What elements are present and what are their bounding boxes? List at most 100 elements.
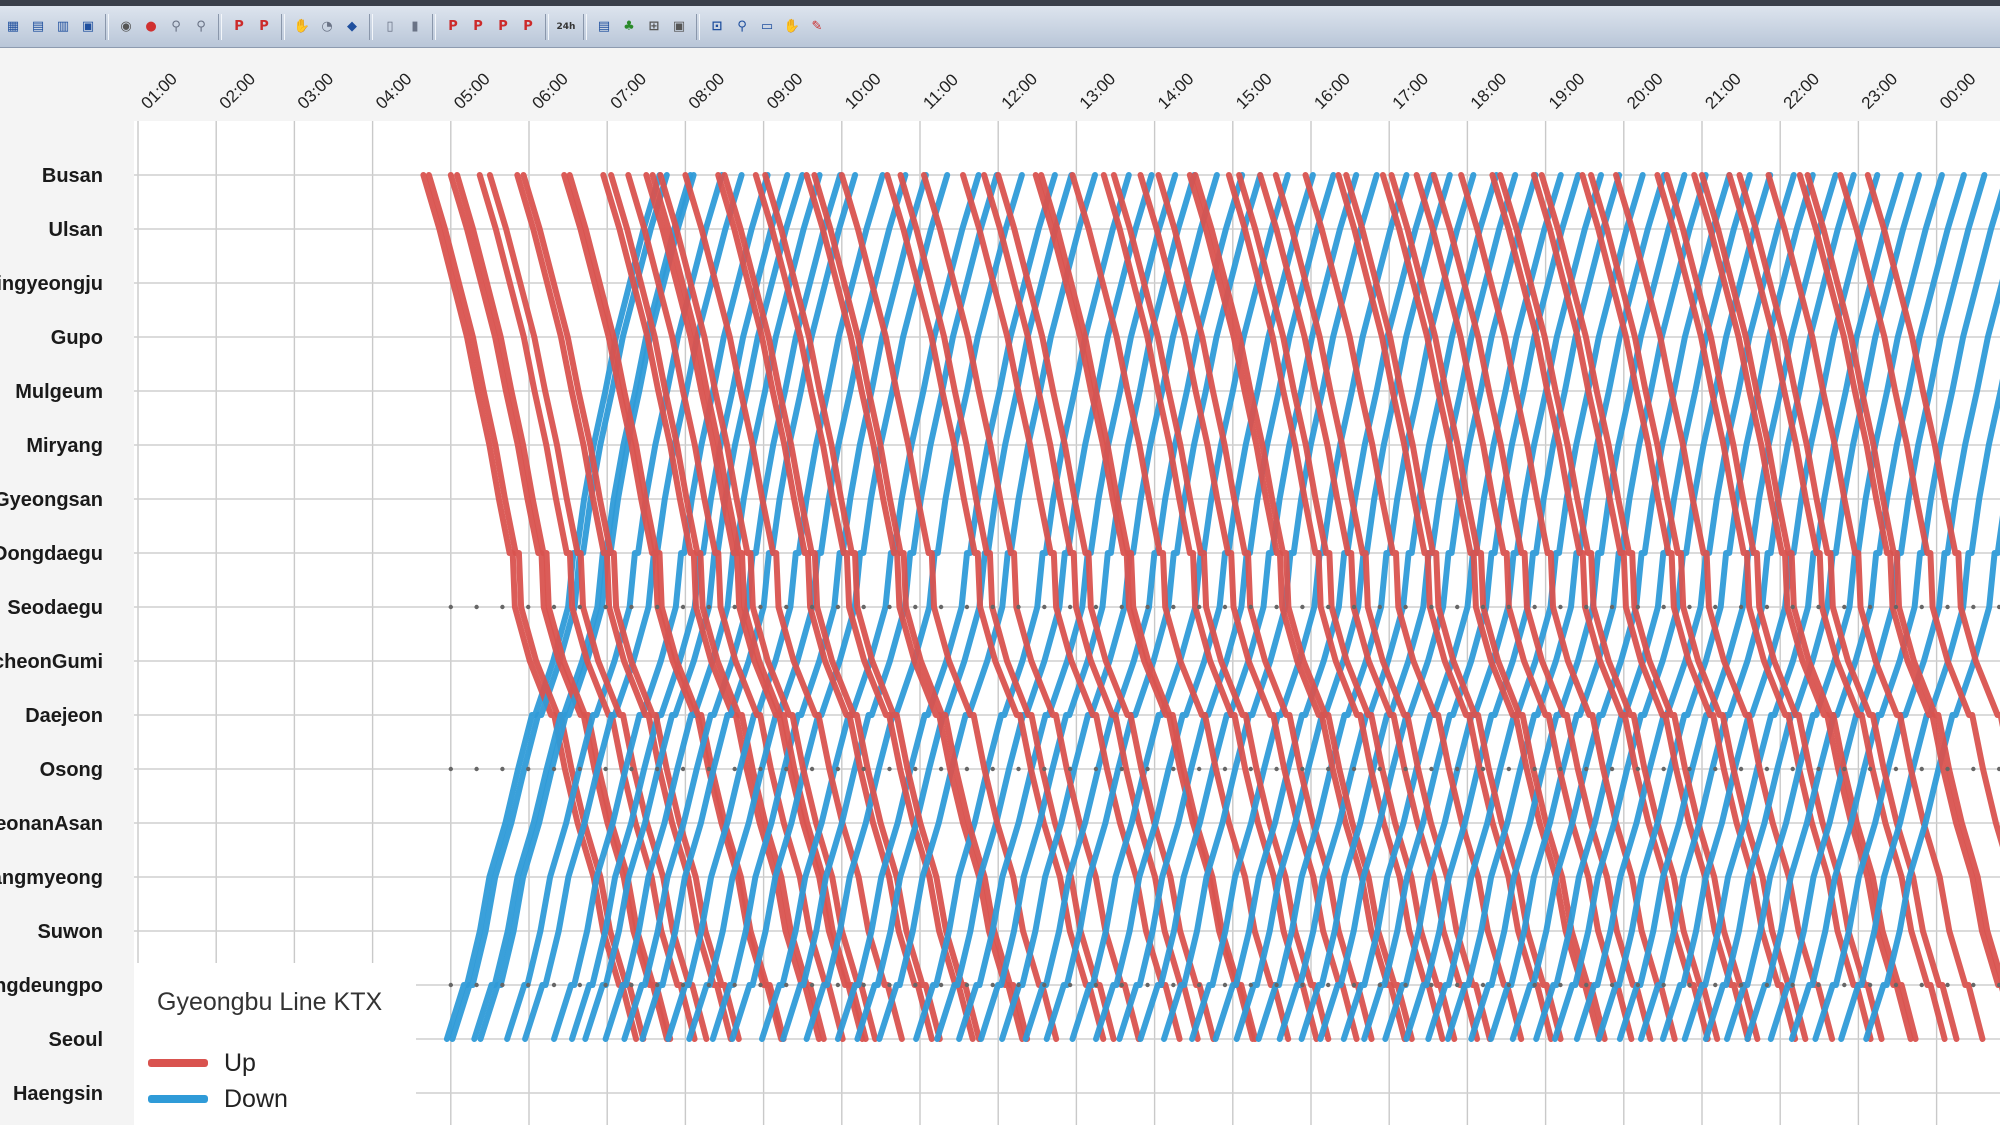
station-stop-dot xyxy=(1816,766,1821,772)
station-stop-dot xyxy=(655,604,660,610)
toolbar-button-36-icon[interactable]: ✎ xyxy=(806,15,828,39)
toolbar-button-17-icon[interactable]: ▯ xyxy=(379,15,401,39)
toolbar-button-20-icon[interactable]: P xyxy=(442,15,464,39)
time-axis-header xyxy=(0,48,2000,121)
station-stop-dot xyxy=(938,604,944,610)
station-stop-dot xyxy=(1971,766,1976,772)
station-stop-dot xyxy=(1842,766,1847,772)
station-stop-dot xyxy=(1222,766,1228,772)
station-stop-dot xyxy=(1790,982,1795,988)
station-stop-dot xyxy=(1042,766,1047,772)
toolbar-button-8-icon[interactable]: ⚲ xyxy=(190,15,212,39)
station-stop-dot xyxy=(758,982,763,988)
station-stop-dot xyxy=(1145,604,1150,610)
station-stop-dot xyxy=(784,766,789,772)
toolbar-button-33-icon[interactable]: ⚲ xyxy=(731,15,753,39)
station-stop-dot xyxy=(784,982,789,988)
station-stop-dot xyxy=(1687,982,1692,988)
toolbar-button-6-icon[interactable]: ● xyxy=(140,15,162,39)
station-stop-dot xyxy=(1532,766,1537,772)
station-stop-dot xyxy=(1042,604,1047,610)
station-stop-dot xyxy=(526,604,531,610)
station-stop-dot xyxy=(551,982,557,988)
station-stop-dot xyxy=(964,766,970,772)
station-stop-dot xyxy=(1661,982,1666,988)
station-stop-dot xyxy=(809,766,815,772)
station-label: eonanAsan xyxy=(0,813,103,835)
station-stop-dot xyxy=(1764,766,1770,772)
toolbar-button-23-icon[interactable]: P xyxy=(517,15,539,39)
station-stop-dot xyxy=(1919,604,1924,610)
toolbar-button-10-icon[interactable]: P xyxy=(228,15,250,39)
station-stop-dot xyxy=(1842,604,1847,610)
legend-entry-down: Down xyxy=(148,1081,288,1117)
station-stop-dot xyxy=(1661,604,1666,610)
station-stop-dot xyxy=(500,982,505,988)
station-stop-dot xyxy=(1171,604,1176,610)
toolbar-button-22-icon[interactable]: P xyxy=(492,15,514,39)
toolbar-button-3-icon[interactable]: ▣ xyxy=(77,15,99,39)
station-label: Osong xyxy=(40,759,103,781)
station-stop-dot xyxy=(1738,604,1744,610)
station-stop-dot xyxy=(448,982,453,988)
station-stop-dot xyxy=(1816,604,1821,610)
station-label: ngdeungpo xyxy=(0,975,103,997)
toolbar-button-35-icon[interactable]: ✋ xyxy=(781,15,803,39)
station-stop-dot xyxy=(1248,982,1253,988)
station-stop-dot xyxy=(1067,766,1073,772)
station-stop-dot xyxy=(1635,766,1641,772)
toolbar-button-32-icon[interactable]: ⊡ xyxy=(706,15,728,39)
station-stop-dot xyxy=(1377,766,1383,772)
toolbar-button-30-icon[interactable]: ▣ xyxy=(668,15,690,39)
station-stop-dot xyxy=(861,604,866,610)
toolbar-separator xyxy=(369,13,373,40)
toolbar-button-11-icon[interactable]: P xyxy=(253,15,275,39)
station-stop-dot xyxy=(1584,766,1589,772)
toolbar-separator xyxy=(432,13,436,40)
station-stop-dot xyxy=(1119,766,1124,772)
station-stop-dot xyxy=(1713,982,1718,988)
toolbar-button-1-icon[interactable]: ▤ xyxy=(27,15,49,39)
station-label: cheonGumi xyxy=(0,651,103,673)
station-stop-dot xyxy=(1222,604,1228,610)
station-stop-dot xyxy=(1455,604,1460,610)
toolbar-button-7-icon[interactable]: ⚲ xyxy=(165,15,187,39)
toolbar-button-28-icon[interactable]: ♣ xyxy=(618,15,640,39)
station-stop-dot xyxy=(784,604,789,610)
station-label: Gyeongsan xyxy=(0,489,103,511)
station-stop-dot xyxy=(1532,604,1537,610)
station-stop-dot xyxy=(1532,982,1537,988)
toolbar-button-13-icon[interactable]: ✋ xyxy=(291,15,313,39)
station-label: Seoul xyxy=(49,1029,103,1051)
station-stop-dot xyxy=(809,604,815,610)
station-stop-dot xyxy=(706,982,712,988)
toolbar-button-0-icon[interactable]: ▦ xyxy=(2,15,24,39)
station-label: Daejeon xyxy=(25,705,103,727)
toolbar-button-18-icon[interactable]: ▮ xyxy=(404,15,426,39)
toolbar-button-29-icon[interactable]: ⊞ xyxy=(643,15,665,39)
station-stop-dot xyxy=(990,604,995,610)
station-stop-dot xyxy=(1016,604,1021,610)
toolbar-button-34-icon[interactable]: ▭ xyxy=(756,15,778,39)
station-stop-dot xyxy=(551,604,557,610)
station-stop-dot xyxy=(1842,982,1847,988)
station-axis-column xyxy=(0,48,134,1125)
toolbar-button-25-icon[interactable]: 24h xyxy=(555,15,577,39)
station-stop-dot xyxy=(758,766,763,772)
station-stop-dot xyxy=(913,604,918,610)
station-stop-dot xyxy=(1093,766,1099,772)
legend-entry-up: Up xyxy=(148,1045,256,1081)
toolbar-button-15-icon[interactable]: ◆ xyxy=(341,15,363,39)
station-label: Gupo xyxy=(51,327,103,349)
toolbar-button-2-icon[interactable]: ▥ xyxy=(52,15,74,39)
toolbar-button-14-icon[interactable]: ◔ xyxy=(316,15,338,39)
station-label: Suwon xyxy=(37,921,103,943)
station-stop-dot xyxy=(913,982,918,988)
station-stop-dot xyxy=(1558,982,1563,988)
station-stop-dot xyxy=(1790,766,1795,772)
toolbar-button-21-icon[interactable]: P xyxy=(467,15,489,39)
toolbar-button-5-icon[interactable]: ◉ xyxy=(115,15,137,39)
station-stop-dot xyxy=(1816,982,1821,988)
toolbar-button-27-icon[interactable]: ▤ xyxy=(593,15,615,39)
station-stop-dot xyxy=(1609,982,1615,988)
